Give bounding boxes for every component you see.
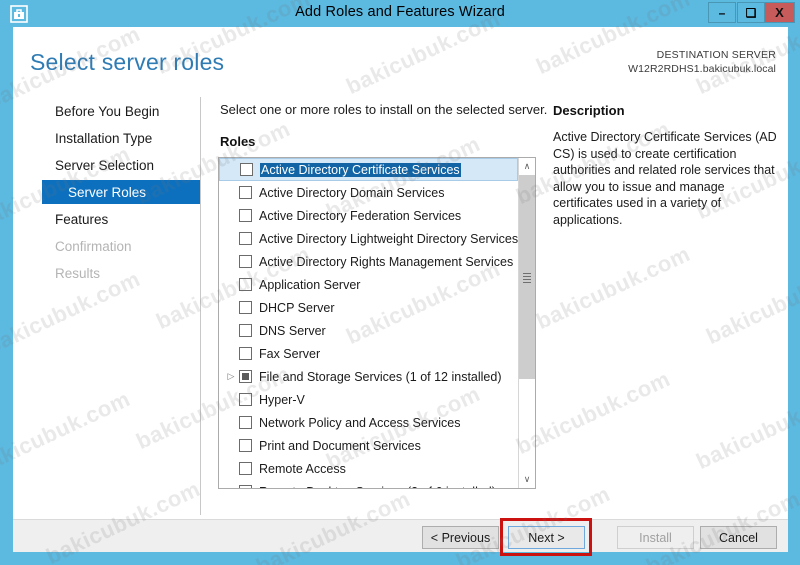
page-title: Select server roles	[30, 49, 225, 75]
role-row[interactable]: Application Server	[219, 273, 519, 296]
role-row[interactable]: ▷ File and Storage Services (1 of 12 inst…	[219, 365, 519, 388]
role-checkbox[interactable]	[239, 439, 252, 452]
role-checkbox[interactable]	[239, 232, 252, 245]
title-bar: Add Roles and Features Wizard – ❑ X	[0, 0, 800, 27]
role-label: Print and Document Services	[259, 438, 421, 453]
role-checkbox[interactable]	[239, 324, 252, 337]
role-label: Active Directory Rights Management Servi…	[259, 254, 514, 269]
role-checkbox[interactable]	[240, 163, 253, 176]
scrollbar-thumb[interactable]	[519, 175, 535, 379]
role-checkbox[interactable]	[239, 255, 252, 268]
wizard-step-nav: Before You Begin Installation Type Serve…	[13, 95, 201, 519]
destination-server-name: W12R2RDHS1.bakicubuk.local	[628, 63, 776, 75]
role-row[interactable]: Remote Access	[219, 457, 519, 480]
sidebar-item-server-roles[interactable]: Server Roles	[42, 180, 201, 204]
maximize-button[interactable]: ❑	[737, 2, 765, 23]
role-row[interactable]: Active Directory Federation Services	[219, 204, 519, 227]
close-button[interactable]: X	[764, 2, 795, 23]
role-label: Remote Desktop Services (3 of 6 installe…	[259, 485, 496, 489]
role-checkbox[interactable]	[239, 462, 252, 475]
destination-server-label: DESTINATION SERVER	[656, 49, 776, 61]
role-label: Hyper-V	[259, 392, 305, 407]
roles-scrollbar[interactable]: ∧ ∨	[518, 158, 535, 488]
role-checkbox[interactable]	[239, 347, 252, 360]
scroll-up-icon[interactable]: ∧	[519, 158, 535, 175]
role-label: DHCP Server	[259, 300, 335, 315]
sidebar-item-label: Server Selection	[55, 157, 155, 173]
role-checkbox[interactable]	[239, 186, 252, 199]
sidebar-item-installation-type[interactable]: Installation Type	[29, 126, 201, 150]
role-label: Fax Server	[259, 346, 321, 361]
sidebar-item-server-selection[interactable]: Server Selection	[29, 153, 201, 177]
wizard-body: Before You Begin Installation Type Serve…	[13, 95, 788, 519]
role-row[interactable]: Active Directory Rights Management Servi…	[219, 250, 519, 273]
install-button: Install	[617, 526, 694, 549]
sidebar-item-label: Results	[55, 265, 101, 281]
role-row[interactable]: Hyper-V	[219, 388, 519, 411]
role-checkbox[interactable]	[239, 393, 252, 406]
sidebar-item-label: Confirmation	[55, 238, 132, 254]
role-label: Active Directory Lightweight Directory S…	[259, 231, 519, 246]
sidebar-item-confirmation: Confirmation	[29, 234, 201, 258]
role-checkbox[interactable]	[239, 485, 252, 488]
roles-label: Roles	[220, 134, 256, 149]
role-row[interactable]: Active Directory Lightweight Directory S…	[219, 227, 519, 250]
roles-listbox[interactable]: Active Directory Certificate Services Act…	[218, 157, 536, 489]
role-checkbox[interactable]	[239, 209, 252, 222]
role-label: DNS Server	[259, 323, 326, 338]
role-row[interactable]: DNS Server	[219, 319, 519, 342]
role-label: File and Storage Services (1 of 12 insta…	[259, 369, 502, 384]
role-checkbox[interactable]	[239, 370, 252, 383]
previous-button[interactable]: < Previous	[422, 526, 499, 549]
description-panel: Description Active Directory Certificate…	[553, 103, 778, 228]
next-button[interactable]: Next >	[508, 526, 585, 549]
role-checkbox[interactable]	[239, 301, 252, 314]
wizard-main-panel: Select one or more roles to install on t…	[213, 95, 788, 519]
description-text: Active Directory Certificate Services (A…	[553, 130, 777, 227]
sidebar-divider	[200, 97, 201, 515]
wizard-footer: < Previous Next > Install Cancel	[13, 519, 788, 552]
minimize-button[interactable]: –	[708, 2, 736, 23]
wizard-header: Select server roles DESTINATION SERVER W…	[13, 27, 788, 95]
roles-list: Active Directory Certificate Services Act…	[219, 158, 519, 489]
role-checkbox[interactable]	[239, 416, 252, 429]
role-label: Application Server	[259, 277, 361, 292]
role-label: Active Directory Federation Services	[259, 208, 462, 223]
sidebar-item-label: Features	[55, 211, 109, 227]
expand-chevron-icon[interactable]: ▷	[223, 372, 239, 381]
instruction-text: Select one or more roles to install on t…	[220, 102, 548, 117]
sidebar-item-label: Installation Type	[55, 130, 153, 146]
window-title: Add Roles and Features Wizard	[295, 4, 505, 20]
cancel-button[interactable]: Cancel	[700, 526, 777, 549]
wizard-content: Select server roles DESTINATION SERVER W…	[13, 27, 788, 556]
role-label: Remote Access	[259, 461, 346, 476]
role-row[interactable]: Fax Server	[219, 342, 519, 365]
role-row[interactable]: ▷ Remote Desktop Services (3 of 6 install…	[219, 480, 519, 489]
sidebar-item-features[interactable]: Features	[29, 207, 201, 231]
role-row[interactable]: Active Directory Certificate Services	[219, 158, 518, 181]
wizard-window: Add Roles and Features Wizard – ❑ X Sele…	[0, 0, 800, 565]
scroll-down-icon[interactable]: ∨	[519, 471, 535, 488]
role-row[interactable]: Network Policy and Access Services	[219, 411, 519, 434]
role-label: Active Directory Certificate Services	[260, 162, 461, 177]
scrollbar-track[interactable]	[519, 175, 535, 471]
role-label: Network Policy and Access Services	[259, 415, 461, 430]
sidebar-item-before-you-begin[interactable]: Before You Begin	[29, 99, 201, 123]
sidebar-item-label: Before You Begin	[55, 103, 160, 119]
role-checkbox[interactable]	[239, 278, 252, 291]
role-row[interactable]: Active Directory Domain Services	[219, 181, 519, 204]
expand-chevron-icon[interactable]: ▷	[223, 487, 239, 489]
scrollbar-grip-icon	[523, 273, 531, 283]
description-title: Description	[553, 103, 625, 118]
sidebar-item-label: Server Roles	[68, 184, 147, 200]
role-row[interactable]: Print and Document Services	[219, 434, 519, 457]
role-label: Active Directory Domain Services	[259, 185, 445, 200]
role-row[interactable]: DHCP Server	[219, 296, 519, 319]
sidebar-item-results: Results	[29, 261, 201, 285]
